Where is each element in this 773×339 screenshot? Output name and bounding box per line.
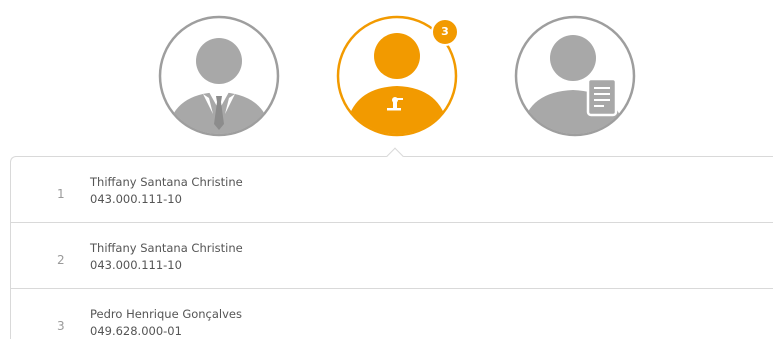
user-document-icon: [514, 15, 636, 137]
list-item-name: Thiffany Santana Christine: [90, 175, 243, 189]
list-item[interactable]: 1 Thiffany Santana Christine 043.000.111…: [11, 157, 773, 223]
notification-badge: 3: [431, 18, 459, 46]
avatar-support-button[interactable]: 3: [335, 14, 459, 138]
user-suit-icon: [158, 15, 280, 137]
list-item-name: Pedro Henrique Gonçalves: [90, 307, 242, 321]
list-item-index: 3: [57, 318, 65, 333]
list-item-id: 043.000.111-10: [90, 192, 182, 206]
list-item-id: 049.628.000-01: [90, 324, 182, 338]
avatar-document-button[interactable]: [513, 14, 637, 138]
list-item-name: Thiffany Santana Christine: [90, 241, 243, 255]
person-list-panel: 1 Thiffany Santana Christine 043.000.111…: [10, 156, 773, 339]
list-item-id: 043.000.111-10: [90, 258, 182, 272]
avatar-suit-button[interactable]: [157, 14, 281, 138]
list-item[interactable]: 2 Thiffany Santana Christine 043.000.111…: [11, 223, 773, 289]
list-item[interactable]: 3 Pedro Henrique Gonçalves 049.628.000-0…: [11, 289, 773, 339]
list-item-index: 1: [57, 186, 65, 201]
list-item-index: 2: [57, 252, 65, 267]
